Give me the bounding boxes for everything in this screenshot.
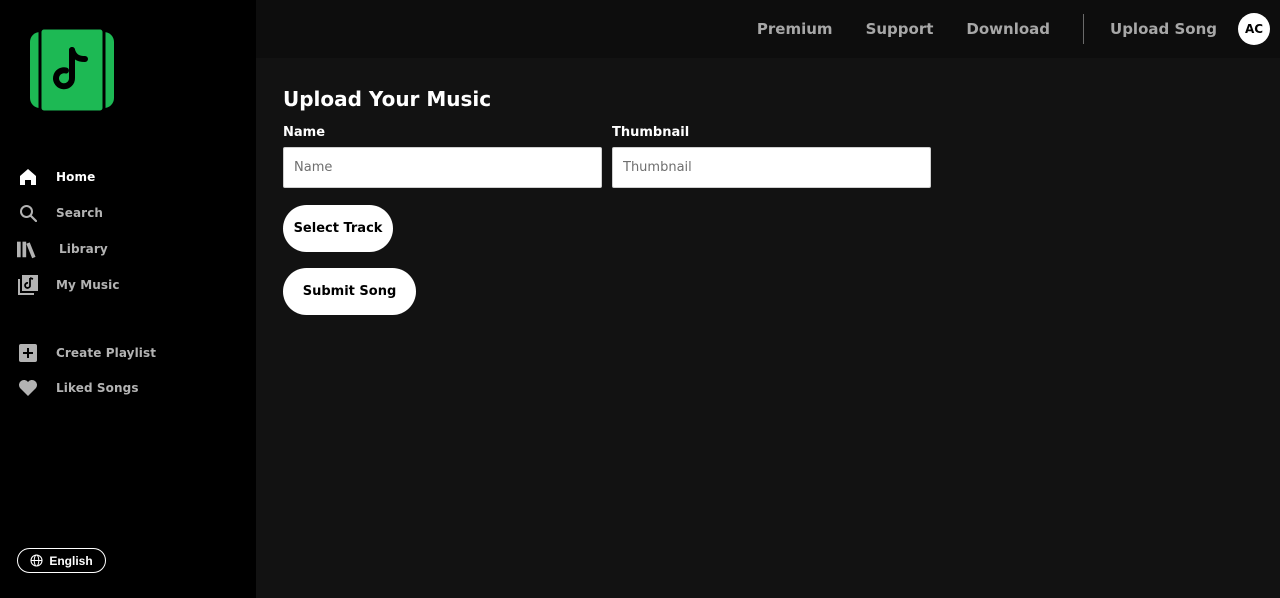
avatar[interactable]: AC [1238, 13, 1270, 45]
select-track-button[interactable]: Select Track [283, 205, 393, 252]
sidebar-item-label: Search [56, 206, 104, 220]
language-button[interactable]: English [17, 548, 106, 573]
language-label: English [49, 553, 93, 568]
search-icon [17, 202, 39, 224]
library-icon [17, 238, 39, 260]
globe-icon [30, 554, 43, 567]
sidebar-item-label: Create Playlist [56, 346, 157, 360]
plus-square-icon [17, 342, 39, 364]
thumbnail-field-group: Thumbnail [612, 125, 931, 188]
upload-song-link[interactable]: Upload Song [1110, 20, 1217, 38]
nav-divider [1083, 14, 1085, 44]
download-link[interactable]: Download [966, 20, 1050, 38]
name-label: Name [283, 125, 326, 140]
sidebar-nav: Home Search Library My Music [17, 166, 237, 310]
top-nav: Premium Support Download Upload Song AC [757, 0, 1280, 58]
heart-icon [17, 377, 39, 399]
sidebar-secondary: Create Playlist Liked Songs [17, 342, 237, 412]
sidebar-item-search[interactable]: Search [17, 202, 237, 224]
sidebar-item-create-playlist[interactable]: Create Playlist [17, 342, 237, 364]
sidebar-item-label: Home [56, 170, 96, 184]
sidebar-item-home[interactable]: Home [17, 166, 237, 188]
sidebar-item-my-music[interactable]: My Music [17, 274, 237, 296]
logo-icon [30, 26, 114, 114]
sidebar-item-label: Liked Songs [56, 381, 139, 395]
my-music-icon [17, 274, 39, 296]
sidebar-item-label: My Music [56, 278, 120, 292]
sidebar-item-liked-songs[interactable]: Liked Songs [17, 377, 237, 399]
sidebar: Home Search Library My Music Create Play… [0, 0, 256, 598]
support-link[interactable]: Support [866, 20, 934, 38]
thumbnail-input[interactable] [612, 147, 931, 188]
top-bar: Premium Support Download Upload Song AC [256, 0, 1280, 58]
home-icon [17, 166, 39, 188]
submit-song-button[interactable]: Submit Song [283, 268, 416, 315]
form-fields: Name Thumbnail [283, 125, 983, 188]
thumbnail-label: Thumbnail [612, 125, 690, 140]
sidebar-item-library[interactable]: Library [17, 238, 237, 260]
app-logo[interactable] [28, 26, 116, 114]
sidebar-item-label: Library [59, 242, 108, 256]
name-input[interactable] [283, 147, 602, 188]
premium-link[interactable]: Premium [757, 20, 833, 38]
page-title: Upload Your Music [283, 87, 492, 111]
name-field-group: Name [283, 125, 602, 188]
upload-form: Upload Your Music Name Thumbnail Select … [283, 84, 983, 315]
